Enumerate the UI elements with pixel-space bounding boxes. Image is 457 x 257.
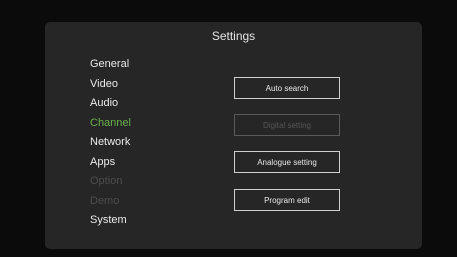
settings-menu: General Video Audio Channel Network Apps… [90, 55, 131, 231]
tv-screen: Settings General Video Audio Channel Net… [0, 0, 457, 257]
settings-panel: Settings General Video Audio Channel Net… [45, 22, 422, 249]
menu-item-video[interactable]: Video [90, 75, 131, 95]
menu-item-option: Option [90, 175, 123, 187]
menu-item-general[interactable]: General [90, 55, 131, 75]
menu-item-network[interactable]: Network [90, 133, 131, 153]
page-title: Settings [211, 29, 256, 43]
auto-search-button[interactable]: Auto search [234, 77, 340, 99]
menu-item-apps[interactable]: Apps [90, 153, 131, 173]
digital-setting-button: Digital setting [234, 114, 340, 136]
menu-item-channel[interactable]: Channel [90, 114, 131, 134]
program-edit-button[interactable]: Program edit [234, 189, 340, 211]
menu-item-system[interactable]: System [90, 211, 131, 231]
menu-item-audio[interactable]: Audio [90, 94, 131, 114]
analogue-setting-button[interactable]: Analogue setting [234, 151, 340, 173]
menu-item-demo: Demo [90, 194, 120, 207]
